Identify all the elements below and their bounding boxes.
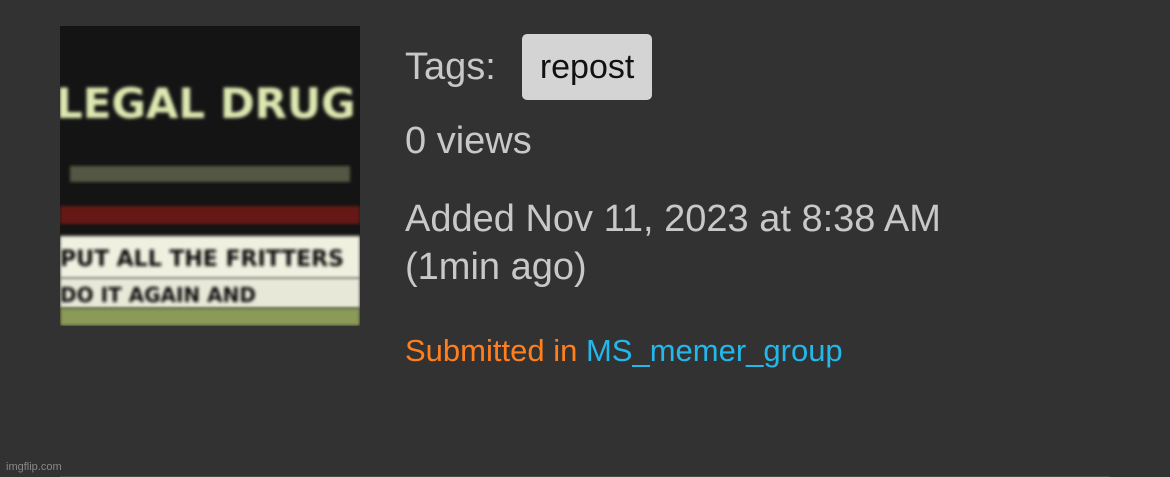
- tags-row: Tags: repost: [405, 34, 941, 100]
- thumbnail-line-2: PUT ALL THE FRITTERS: [60, 247, 344, 272]
- thumbnail-line-1: LEGAL DRUG: [60, 79, 356, 128]
- added-date: Added Nov 11, 2023 at 8:38 AM: [405, 198, 941, 240]
- tag-repost[interactable]: repost: [521, 34, 653, 100]
- meme-thumbnail[interactable]: LEGAL DRUG PUT ALL THE FRITTERS DO IT AG…: [60, 26, 360, 326]
- thumbnail-image: LEGAL DRUG PUT ALL THE FRITTERS DO IT AG…: [60, 26, 360, 326]
- submitted-label: Submitted in: [405, 333, 578, 368]
- meme-info-panel: Tags: repost 0 views Added Nov 11, 2023 …: [405, 34, 941, 369]
- tags-label: Tags:: [405, 45, 496, 88]
- added-info: Added Nov 11, 2023 at 8:38 AM (1min ago): [405, 195, 941, 291]
- submitted-in: Submitted in MS_memer_group: [405, 333, 941, 369]
- imgflip-watermark: imgflip.com: [6, 461, 62, 473]
- group-link[interactable]: MS_memer_group: [586, 333, 843, 368]
- thumbnail-line-3: DO IT AGAIN AND: [60, 283, 256, 307]
- added-relative-time: (1min ago): [405, 246, 587, 288]
- view-count: 0 views: [405, 120, 532, 162]
